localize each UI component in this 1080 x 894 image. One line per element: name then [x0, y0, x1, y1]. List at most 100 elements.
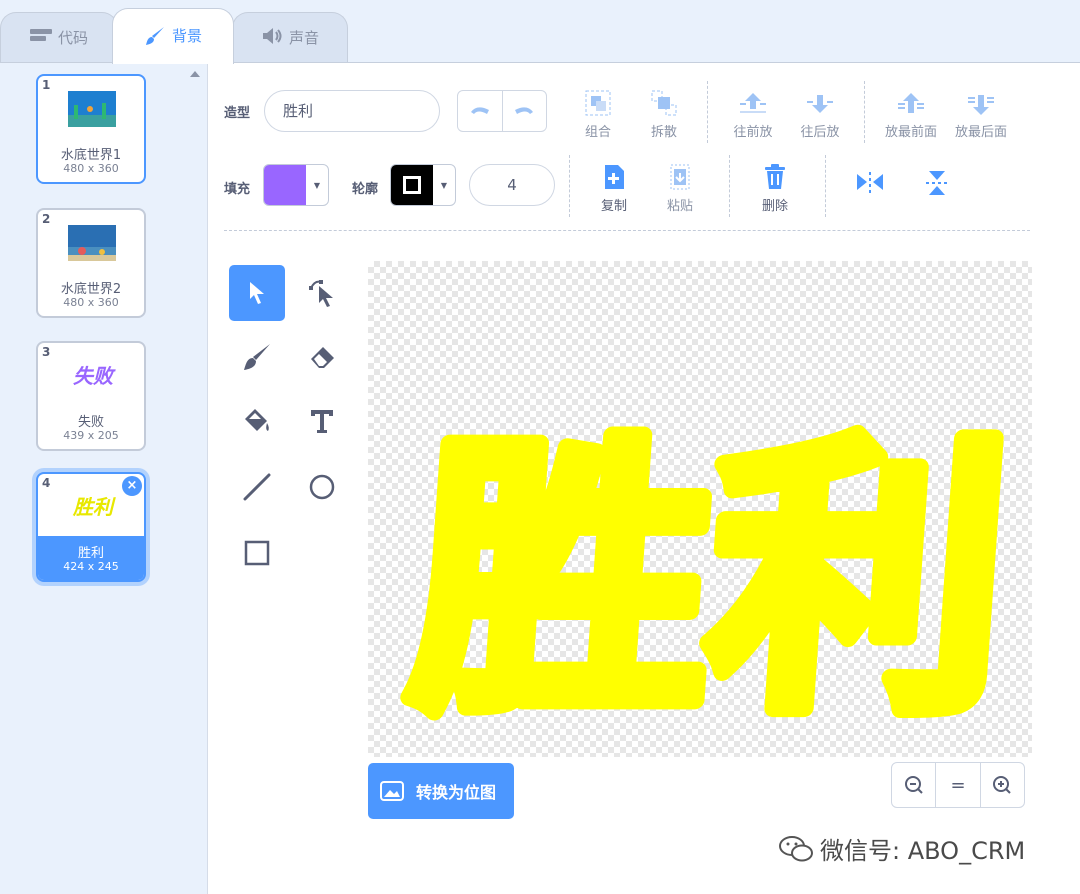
outline-color-swatch — [391, 165, 433, 205]
costume-number: 2 — [42, 212, 51, 226]
code-icon — [29, 27, 52, 47]
brush-tool[interactable] — [229, 329, 285, 385]
paint-editor: 造型 胜利 组合 拆散 往前放 往后放 放最前面 放最后面 填充 ▼ 轮廓 ▼ … — [208, 62, 1080, 894]
costume-item-3[interactable]: 3 失败 失败 439 x 205 — [36, 341, 146, 451]
toolbar-divider — [707, 81, 708, 143]
costume-thumbnail — [68, 225, 116, 261]
tab-code-label: 代码 — [57, 29, 88, 47]
flip-horizontal-button[interactable] — [853, 171, 887, 197]
flip-horizontal-icon — [857, 172, 883, 193]
flip-vertical-button[interactable] — [920, 169, 954, 201]
zoom-out-button[interactable] — [892, 763, 935, 807]
rectangle-tool[interactable] — [229, 525, 285, 581]
zoom-controls: = — [891, 762, 1025, 808]
rectangle-icon — [244, 540, 270, 566]
undo-icon — [470, 107, 489, 114]
zoom-in-button[interactable] — [979, 763, 1024, 807]
chevron-down-icon: ▼ — [440, 180, 448, 190]
copy-button[interactable]: 复制 — [594, 161, 634, 214]
zoom-in-icon — [993, 776, 1012, 794]
undo-button[interactable] — [458, 91, 503, 131]
editor-tabs: 代码 背景 声音 — [0, 0, 1080, 64]
costume-name: 失败 — [77, 415, 104, 430]
zoom-out-icon — [904, 776, 923, 794]
paste-button[interactable]: 粘贴 — [660, 161, 700, 214]
fill-color-swatch — [264, 165, 306, 205]
costume-size: 439 x 205 — [63, 429, 119, 442]
watermark: 微信号: ABO_CRM — [778, 831, 1025, 866]
tab-code[interactable]: 代码 — [0, 12, 118, 64]
toolbar-divider — [569, 155, 570, 217]
eraser-icon — [311, 347, 334, 368]
fill-color-picker[interactable]: ▼ — [263, 164, 329, 206]
paste-label: 粘贴 — [666, 199, 693, 214]
toolbar-divider — [825, 155, 826, 217]
paintbrush-icon — [244, 344, 270, 370]
backward-button[interactable]: 往后放 — [797, 87, 843, 140]
costume-number: 3 — [42, 345, 51, 359]
canvas-drawing: 胜利 — [395, 403, 1027, 757]
ungroup-label: 拆散 — [650, 125, 677, 140]
back-button[interactable]: 放最后面 — [952, 87, 1010, 140]
chevron-down-icon: ▼ — [313, 180, 321, 190]
tab-sounds[interactable]: 声音 — [232, 12, 348, 64]
undo-redo-group — [457, 90, 547, 132]
reshape-icon — [309, 280, 333, 307]
costume-size: 424 x 245 — [63, 560, 119, 573]
select-tool[interactable] — [229, 265, 285, 321]
group-icon — [578, 87, 618, 117]
back-label: 放最后面 — [954, 125, 1007, 140]
zoom-reset-button[interactable]: = — [935, 763, 979, 807]
text-T-icon — [311, 410, 333, 433]
copy-label: 复制 — [600, 199, 627, 214]
tab-backdrops[interactable]: 背景 — [112, 8, 234, 64]
trash-icon — [755, 161, 795, 191]
outline-width-input[interactable]: 4 — [469, 164, 555, 206]
fill-tool[interactable] — [229, 393, 285, 449]
line-tool[interactable] — [229, 459, 285, 515]
tab-backdrops-label: 背景 — [171, 27, 202, 45]
front-button[interactable]: 放最前面 — [882, 87, 940, 140]
paint-bucket-icon — [245, 409, 269, 431]
front-label: 放最前面 — [884, 125, 937, 140]
outline-label: 轮廓 — [352, 182, 379, 197]
costume-item-1[interactable]: 1 水底世界1 480 x 360 — [36, 74, 146, 184]
costume-name-input[interactable]: 胜利 — [264, 90, 440, 132]
backward-icon — [797, 87, 843, 117]
toolbar-divider — [864, 81, 865, 143]
forward-button[interactable]: 往前放 — [730, 87, 776, 140]
bring-to-front-icon — [882, 87, 940, 117]
convert-to-bitmap-button[interactable]: 转换为位图 — [368, 763, 514, 819]
reshape-tool[interactable] — [294, 265, 350, 321]
redo-icon — [515, 107, 534, 114]
costume-number: 1 — [42, 78, 51, 92]
ungroup-button[interactable]: 拆散 — [644, 87, 684, 140]
costume-name-label: 造型 — [224, 106, 251, 121]
delete-button[interactable]: 删除 — [755, 161, 795, 214]
costume-thumbnail — [68, 91, 116, 127]
costume-item-2[interactable]: 2 水底世界2 480 x 360 — [36, 208, 146, 318]
text-tool[interactable] — [294, 393, 350, 449]
outline-color-picker[interactable]: ▼ — [390, 164, 456, 206]
convert-to-bitmap-label: 转换为位图 — [416, 783, 497, 802]
costume-name: 水底世界1 — [60, 148, 122, 163]
group-button[interactable]: 组合 — [578, 87, 618, 140]
flip-vertical-icon — [926, 171, 947, 195]
toolbar-separator — [224, 230, 1030, 231]
watermark-text: 微信号: ABO_CRM — [820, 837, 1026, 865]
toolbar-divider — [729, 155, 730, 217]
copy-icon — [594, 161, 634, 191]
circle-tool[interactable] — [294, 459, 350, 515]
paint-canvas[interactable]: 胜利 — [368, 261, 1032, 757]
costume-item-4[interactable]: 4 × 胜利 胜利 424 x 245 — [36, 472, 146, 582]
delete-label: 删除 — [761, 199, 788, 214]
tab-sounds-label: 声音 — [288, 29, 319, 47]
redo-button[interactable] — [503, 91, 547, 131]
costume-size: 480 x 360 — [63, 162, 119, 175]
send-to-back-icon — [952, 87, 1010, 117]
forward-label: 往前放 — [733, 125, 773, 140]
costume-thumbnail-text: 胜利 — [73, 495, 113, 519]
eraser-tool[interactable] — [294, 329, 350, 385]
scroll-up-icon[interactable] — [190, 71, 200, 77]
costume-list-scrollbar[interactable] — [184, 62, 208, 894]
